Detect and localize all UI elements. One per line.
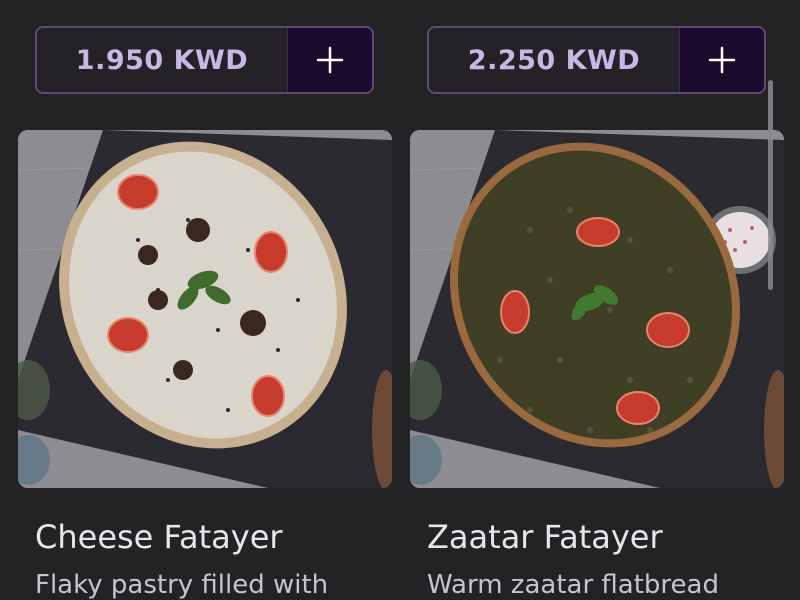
zaatar-fatayer-photo [410,130,784,488]
price-add-bar: 2.250 KWD [427,26,766,94]
scrollbar[interactable] [768,80,773,290]
product-card-cheese-fatayer[interactable]: 1.950 KWD Cheese Fatayer Flaky pastry fi… [18,0,392,600]
cheese-fatayer-photo [18,130,392,488]
product-description: Flaky pastry filled with [35,570,329,600]
add-to-cart-button[interactable] [679,28,764,92]
product-description: Warm zaatar flatbread [427,570,719,600]
product-name[interactable]: Cheese Fatayer [35,518,283,556]
menu-page: 1.950 KWD Cheese Fatayer Flaky pastry fi… [0,0,800,600]
price-label: 2.250 KWD [467,44,641,76]
price-label: 1.950 KWD [75,44,249,76]
product-name[interactable]: Zaatar Fatayer [427,518,663,556]
price-add-bar: 1.950 KWD [35,26,374,94]
plus-icon [708,46,736,74]
plus-icon [316,46,344,74]
product-image[interactable] [410,130,784,488]
product-image[interactable] [18,130,392,488]
add-to-cart-button[interactable] [287,28,372,92]
product-card-zaatar-fatayer[interactable]: 2.250 KWD Zaatar Fatayer Warm zaatar fla… [410,0,784,600]
